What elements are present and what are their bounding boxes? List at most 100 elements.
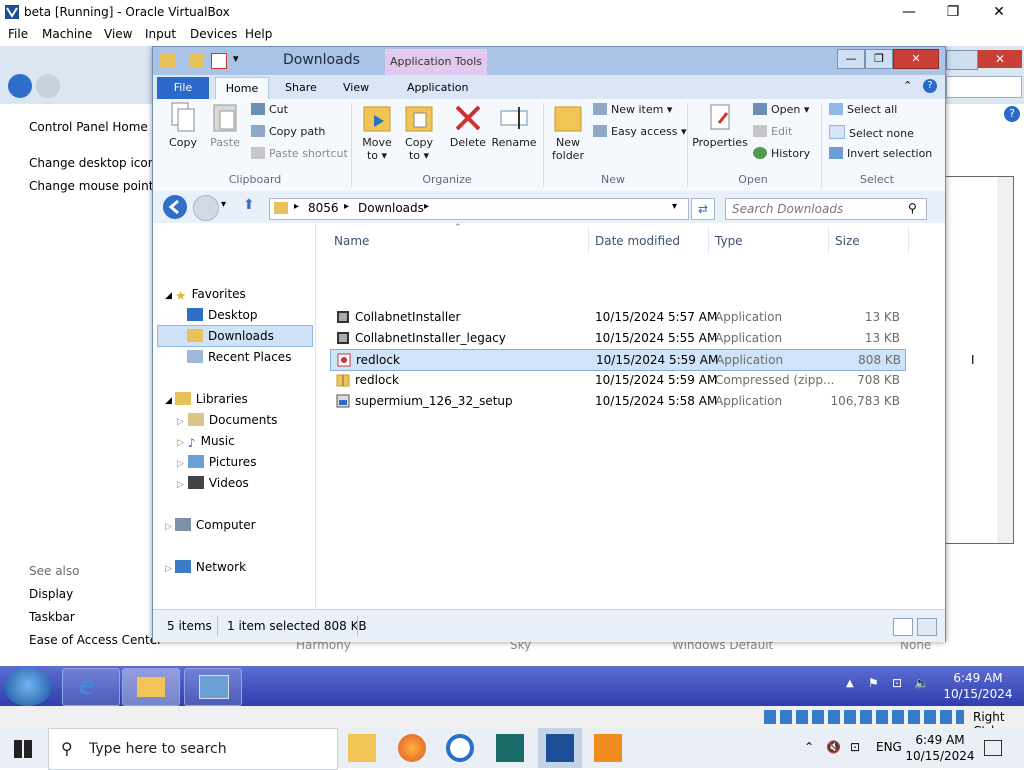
collapse-arrow-icon[interactable]: ▷ — [177, 438, 184, 448]
paste-button[interactable]: Paste — [205, 101, 245, 149]
column-separator[interactable] — [828, 227, 829, 253]
firefox-app-icon[interactable] — [398, 734, 426, 762]
paste-shortcut-button[interactable]: Paste shortcut — [251, 147, 348, 160]
column-date-modified[interactable]: Date modified — [595, 234, 680, 248]
nav-pictures[interactable]: ▷ Pictures — [177, 455, 256, 469]
back-button[interactable] — [163, 195, 187, 219]
cp-close-button[interactable]: ✕ — [978, 50, 1022, 68]
refresh-icon[interactable]: ⇄ — [691, 198, 715, 220]
table-row[interactable]: supermium_126_32_setup 10/15/2024 5:58 A… — [330, 391, 904, 411]
select-all-button[interactable]: Select all — [829, 103, 897, 116]
collapse-arrow-icon[interactable]: ▷ — [177, 417, 184, 427]
ie-taskbar-button[interactable]: e — [62, 668, 120, 706]
browser-app-icon[interactable] — [446, 734, 474, 762]
guest-clock[interactable]: 6:49 AM 10/15/2024 — [938, 670, 1018, 702]
network-tray-icon[interactable]: ⊡ — [850, 740, 860, 754]
collapse-arrow-icon[interactable]: ▷ — [177, 459, 184, 469]
new-item-button[interactable]: New item ▾ — [593, 103, 672, 116]
up-arrow-icon[interactable]: ⬆ — [243, 197, 255, 213]
column-separator[interactable] — [908, 227, 909, 253]
tab-file[interactable]: File — [157, 77, 209, 99]
forward-button[interactable] — [193, 195, 219, 221]
nav-libraries[interactable]: ◢ Libraries — [165, 392, 248, 406]
breadcrumb-downloads[interactable]: Downloads — [358, 201, 424, 215]
minimize-button[interactable]: — — [886, 0, 932, 24]
nav-documents[interactable]: ▷ Documents — [177, 413, 277, 427]
tab-application[interactable]: Application — [407, 81, 468, 94]
language-indicator[interactable]: ENG — [876, 740, 902, 754]
windows-start-orb[interactable] — [4, 668, 52, 706]
breadcrumb-8056[interactable]: 8056 — [308, 201, 339, 215]
copy-button[interactable]: Copy — [163, 101, 203, 149]
menu-help[interactable]: Help — [245, 27, 272, 41]
cp-search-input[interactable] — [946, 76, 1022, 98]
copy-to-button[interactable]: Copy to ▾ — [401, 101, 437, 162]
address-bar[interactable]: ▸ 8056 ▸ Downloads ▸ ▾ — [269, 198, 689, 220]
network-tray-icon[interactable]: ⊡ — [892, 676, 902, 690]
new-folder-button[interactable]: New folder — [549, 101, 587, 162]
nav-network[interactable]: ▷ Network — [165, 560, 246, 574]
select-none-button[interactable]: Select none — [829, 125, 914, 140]
explorer-close-button[interactable]: ✕ — [893, 49, 939, 69]
back-icon[interactable] — [8, 74, 32, 98]
nav-favorites[interactable]: ◢ ★ Favorites — [165, 287, 246, 304]
new-folder-quick-icon[interactable] — [189, 53, 203, 67]
menu-machine[interactable]: Machine — [42, 27, 92, 41]
virtualbox-app-icon-active[interactable] — [538, 728, 582, 768]
breadcrumb-separator-icon[interactable]: ▸ — [344, 201, 349, 212]
open-button[interactable]: Open ▾ — [753, 103, 809, 116]
details-view-icon[interactable] — [893, 618, 913, 636]
explorer-maximize-button[interactable]: ❐ — [865, 49, 893, 69]
see-also-ease-of-access[interactable]: Ease of Access Center — [29, 633, 162, 647]
invert-selection-button[interactable]: Invert selection — [829, 147, 932, 160]
copy-path-button[interactable]: Copy path — [251, 125, 325, 138]
close-button[interactable]: ✕ — [976, 0, 1022, 24]
column-size[interactable]: Size — [835, 234, 860, 248]
cp-scrollbar[interactable] — [997, 177, 1013, 543]
search-downloads-input[interactable]: Search Downloads ⚲ — [725, 198, 927, 220]
column-type[interactable]: Type — [715, 234, 743, 248]
menu-input[interactable]: Input — [145, 27, 176, 41]
cut-button[interactable]: Cut — [251, 103, 288, 116]
explorer-minimize-button[interactable]: — — [837, 49, 865, 69]
search-icon[interactable]: ⚲ — [908, 201, 917, 215]
collapse-arrow-icon[interactable]: ▷ — [177, 480, 184, 490]
tab-home[interactable]: Home — [215, 77, 269, 100]
expand-arrow-icon[interactable]: ◢ — [165, 291, 172, 301]
table-row[interactable]: redlock 10/15/2024 5:59 AM Compressed (z… — [330, 370, 904, 390]
table-row[interactable]: CollabnetInstaller 10/15/2024 5:57 AM Ap… — [330, 307, 904, 327]
volume-icon[interactable]: 🔈 — [914, 676, 929, 690]
menu-file[interactable]: File — [8, 27, 28, 41]
forward-icon[interactable] — [36, 74, 60, 98]
menu-devices[interactable]: Devices — [190, 27, 237, 41]
cp-link-desktop-icons[interactable]: Change desktop icons — [29, 156, 162, 170]
history-button[interactable]: History — [753, 147, 810, 160]
nav-computer[interactable]: ▷ Computer — [165, 518, 256, 532]
veeam-app-icon[interactable] — [496, 734, 524, 762]
nav-recent-places[interactable]: Recent Places — [187, 350, 291, 364]
cp-maximize-button[interactable] — [946, 50, 978, 70]
tab-share[interactable]: Share — [285, 81, 317, 94]
windows-start-icon[interactable] — [14, 740, 32, 758]
vbox-device-icons[interactable] — [764, 710, 964, 724]
see-also-display[interactable]: Display — [29, 587, 73, 601]
host-clock[interactable]: 6:49 AM 10/15/2024 — [905, 732, 975, 764]
nav-desktop[interactable]: Desktop — [187, 308, 258, 322]
nav-downloads[interactable]: Downloads — [187, 329, 274, 343]
properties-quick-icon[interactable] — [211, 53, 227, 69]
edit-button[interactable]: Edit — [753, 125, 792, 138]
maximize-button[interactable]: ❐ — [930, 0, 976, 24]
notification-icon[interactable] — [984, 740, 1002, 756]
cp-link-mouse-pointers[interactable]: Change mouse pointers — [29, 179, 172, 193]
help-icon[interactable]: ? — [1004, 106, 1020, 122]
tab-view[interactable]: View — [343, 81, 369, 94]
table-row[interactable]: CollabnetInstaller_legacy 10/15/2024 5:5… — [330, 328, 904, 348]
table-row-selected[interactable]: redlock 10/15/2024 5:59 AM Application 8… — [330, 349, 906, 371]
collapse-arrow-icon[interactable]: ▷ — [165, 564, 172, 574]
large-icons-view-icon[interactable] — [917, 618, 937, 636]
explorer-taskbar-button[interactable] — [122, 668, 180, 706]
control-panel-taskbar-button[interactable] — [184, 668, 242, 706]
breadcrumb-separator-icon[interactable]: ▸ — [424, 201, 429, 212]
show-hidden-icons[interactable]: ▲ — [846, 678, 854, 689]
collapse-arrow-icon[interactable]: ▷ — [165, 522, 172, 532]
